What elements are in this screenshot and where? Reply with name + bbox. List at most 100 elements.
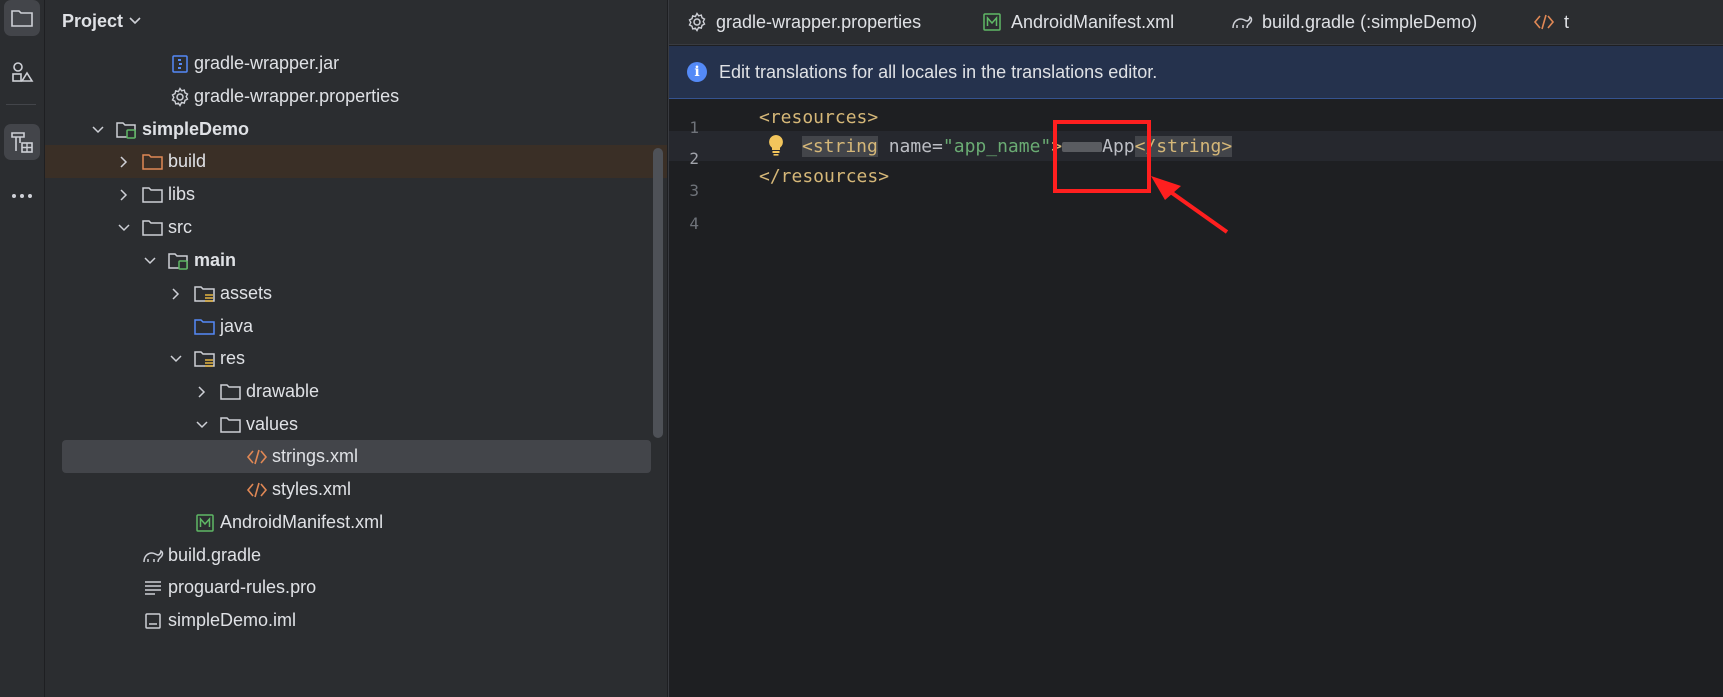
tab-strings-xml[interactable]: t [1533,0,1569,44]
chevron-down-icon[interactable] [116,220,132,236]
activity-bar [0,0,45,697]
gradle-icon [142,545,164,567]
tree-item-assets[interactable]: assets [45,277,667,310]
xml-equals: = [932,135,943,157]
tree-item-label: simpleDemo.iml [168,610,297,630]
tree-item-label: values [246,414,299,434]
text-file-icon [142,577,164,599]
xml-tag: <string [802,135,878,157]
tree-item-label: java [220,316,254,336]
chevron-down-icon[interactable] [168,351,184,367]
chevron-down-icon[interactable] [90,122,106,138]
xml-file-icon [246,446,268,468]
xml-tag: <resources> [759,106,879,128]
source-folder-icon [194,316,216,338]
intention-bulb[interactable] [767,134,785,161]
tree-item-label: styles.xml [272,479,352,499]
tree-item-label: proguard-rules.pro [168,577,317,597]
tree-item-values[interactable]: values [45,408,667,441]
tree-item-simpledemo-iml[interactable]: simpleDemo.iml [45,604,667,637]
chevron-down-icon[interactable] [142,253,158,269]
editor-area: gradle-wrapper.properties AndroidManifes… [668,0,1723,697]
tree-item-res[interactable]: res [45,342,667,375]
editor-tabs: gradle-wrapper.properties AndroidManifes… [669,0,1723,45]
iml-file-icon [142,610,164,632]
resource-manager-button[interactable] [4,54,40,90]
tree-item-gradle-wrapper-properties[interactable]: gradle-wrapper.properties [45,80,667,113]
activity-separator [6,104,36,105]
tree-item-drawable[interactable]: drawable [45,375,667,408]
tree-item-label: gradle-wrapper.jar [194,53,340,73]
tree-item-label: src [168,217,192,237]
code-line-1[interactable]: <resources> [759,102,878,132]
tree-item-build-gradle[interactable]: build.gradle [45,539,667,572]
tree-item-label: build [168,151,207,171]
line-number: 4 [689,214,699,233]
tree-item-label: AndroidManifest.xml [220,512,384,532]
info-icon: i [687,62,707,82]
tree-item-label: main [194,250,237,270]
tab-label: build.gradle (:simpleDemo) [1262,11,1478,32]
project-tool-button[interactable] [4,0,40,36]
tab-gradle-wrapper-properties[interactable]: gradle-wrapper.properties [687,0,921,44]
project-view-selector[interactable]: Project [62,11,141,32]
project-panel: Project gradle-wrapper.jar gradle-wrappe… [45,0,667,697]
source-root-folder-icon [168,250,190,272]
chevron-right-icon[interactable] [168,286,184,302]
line-number: 1 [689,118,699,137]
chevron-right-icon[interactable] [116,154,132,170]
folder-icon [11,10,33,27]
tab-build-gradle[interactable]: build.gradle (:simpleDemo) [1231,0,1477,44]
xml-tag: </resources> [759,165,890,187]
tree-item-styles-xml[interactable]: styles.xml [45,473,667,506]
tab-label: t [1564,11,1570,32]
xml-attribute: name [877,135,933,157]
module-folder-icon [116,119,138,141]
tree-item-label: assets [220,283,273,303]
tab-label: gradle-wrapper.properties [716,11,922,32]
banner-text: Edit translations for all locales in the… [719,61,1158,82]
manifest-file-icon [983,13,1001,31]
tree-item-label: simpleDemo [142,119,250,139]
project-title: Project [62,10,124,31]
jar-file-icon [169,53,191,75]
tree-item-main[interactable]: main [45,244,667,277]
chevron-right-icon[interactable] [194,384,210,400]
tab-androidmanifest-xml[interactable]: AndroidManifest.xml [982,0,1174,44]
tree-item-java[interactable]: java [45,310,667,343]
tree-item-simpledemo[interactable]: simpleDemo [45,113,667,146]
tree-item-androidmanifest-xml[interactable]: AndroidManifest.xml [45,506,667,539]
chevron-down-icon[interactable] [194,417,210,433]
line-number: 2 [689,149,699,168]
project-scrollbar[interactable] [653,148,663,438]
tree-item-proguard-rules-pro[interactable]: proguard-rules.pro [45,571,667,604]
chevron-right-icon[interactable] [116,187,132,203]
code-line-3[interactable]: </resources> [759,161,889,191]
annotation-arrow-icon [1151,176,1229,234]
shapes-icon [12,62,34,82]
gear-icon [169,86,191,108]
folder-icon [220,414,242,436]
gradle-icon [1232,15,1253,29]
chevron-down-icon [129,17,141,25]
code-line-2[interactable]: <string name = "app_name" > App </string> [802,131,1233,161]
tree-item-label: libs [168,184,196,204]
xml-attribute-value: "app_name" [942,135,1052,157]
annotation-highlight-box [1053,120,1151,193]
tree-item-libs[interactable]: libs [45,178,667,211]
tree-item-label: res [220,348,246,368]
folder-icon [142,184,164,206]
lightbulb-icon [769,135,783,156]
tree-item-strings-xml[interactable]: strings.xml [62,440,651,473]
tree-item-gradle-wrapper-jar[interactable]: gradle-wrapper.jar [45,47,667,80]
xml-file-icon [246,479,268,501]
tab-label: AndroidManifest.xml [1011,11,1175,32]
tree-item-build[interactable]: build [45,145,667,178]
build-variants-button[interactable] [4,124,40,160]
tree-item-src[interactable]: src [45,211,667,244]
more-tools-button[interactable] [4,178,40,214]
tree-item-label: gradle-wrapper.properties [194,86,400,106]
xml-file-icon [1533,14,1555,30]
translations-editor-banner[interactable]: i Edit translations for all locales in t… [669,46,1723,99]
folder-icon [142,217,164,239]
